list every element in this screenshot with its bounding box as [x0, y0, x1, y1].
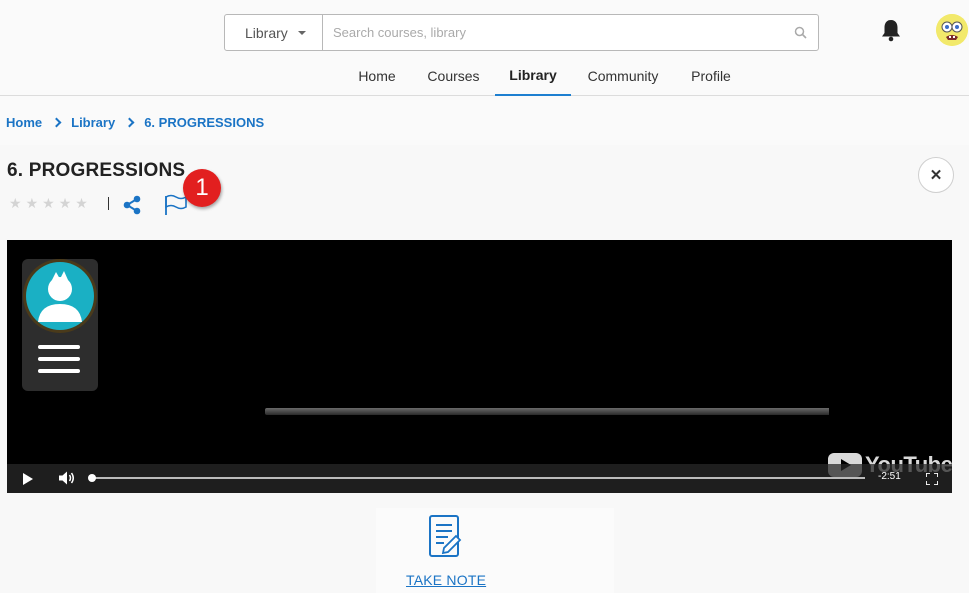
search-category-select[interactable]: Library	[225, 15, 323, 50]
star-icon[interactable]: ★	[42, 196, 55, 210]
avatar[interactable]	[936, 14, 968, 46]
divider	[108, 197, 109, 210]
step-badge: 1	[183, 169, 221, 207]
flag-icon[interactable]	[164, 194, 188, 221]
take-note-link[interactable]: TAKE NOTE	[406, 572, 486, 588]
progress-bar[interactable]	[88, 474, 865, 482]
video-player[interactable]: YouTube -2:51	[7, 240, 952, 493]
video-controls: -2:51	[7, 464, 952, 493]
channel-avatar[interactable]	[23, 259, 97, 333]
header: Library Home Courses	[0, 0, 969, 96]
volume-icon[interactable]	[59, 471, 75, 490]
nav-home[interactable]: Home	[349, 55, 405, 96]
bell-icon[interactable]	[880, 18, 902, 42]
nav-community[interactable]: Community	[578, 55, 668, 96]
menu-icon[interactable]	[38, 345, 80, 381]
page-title: 6. PROGRESSIONS	[7, 160, 186, 181]
chevron-down-icon	[297, 30, 306, 35]
breadcrumb-library[interactable]: Library	[71, 115, 115, 130]
progress-knob[interactable]	[88, 474, 96, 482]
play-icon[interactable]	[22, 472, 33, 490]
note-icon[interactable]	[428, 514, 462, 565]
star-rating[interactable]: ★ ★ ★ ★ ★	[9, 196, 88, 210]
search-category-label: Library	[245, 24, 288, 41]
fullscreen-icon[interactable]	[925, 472, 939, 490]
breadcrumb-current[interactable]: 6. PROGRESSIONS	[144, 115, 264, 130]
time-remaining: -2:51	[878, 471, 901, 482]
search-bar: Library	[224, 14, 819, 51]
star-icon[interactable]: ★	[75, 196, 88, 210]
star-icon[interactable]: ★	[9, 196, 22, 210]
main-nav: Home Courses Library Community Profile	[0, 55, 969, 96]
nav-profile[interactable]: Profile	[681, 55, 741, 96]
channel-card[interactable]	[22, 259, 98, 391]
close-icon: ✕	[929, 167, 943, 184]
share-icon[interactable]	[122, 195, 142, 220]
star-icon[interactable]: ★	[26, 196, 39, 210]
page: Library Home Courses	[0, 0, 969, 593]
video-frame-bar	[265, 408, 829, 415]
close-button[interactable]: ✕	[918, 157, 954, 193]
nav-courses[interactable]: Courses	[418, 55, 489, 96]
star-icon[interactable]: ★	[59, 196, 72, 210]
chevron-right-icon	[124, 117, 135, 127]
breadcrumb: Home Library 6. PROGRESSIONS	[6, 114, 264, 130]
chevron-right-icon	[51, 117, 62, 127]
search-input[interactable]	[323, 15, 782, 50]
breadcrumb-home[interactable]: Home	[6, 115, 42, 130]
search-icon[interactable]	[782, 15, 818, 50]
nav-library[interactable]: Library	[495, 55, 571, 96]
